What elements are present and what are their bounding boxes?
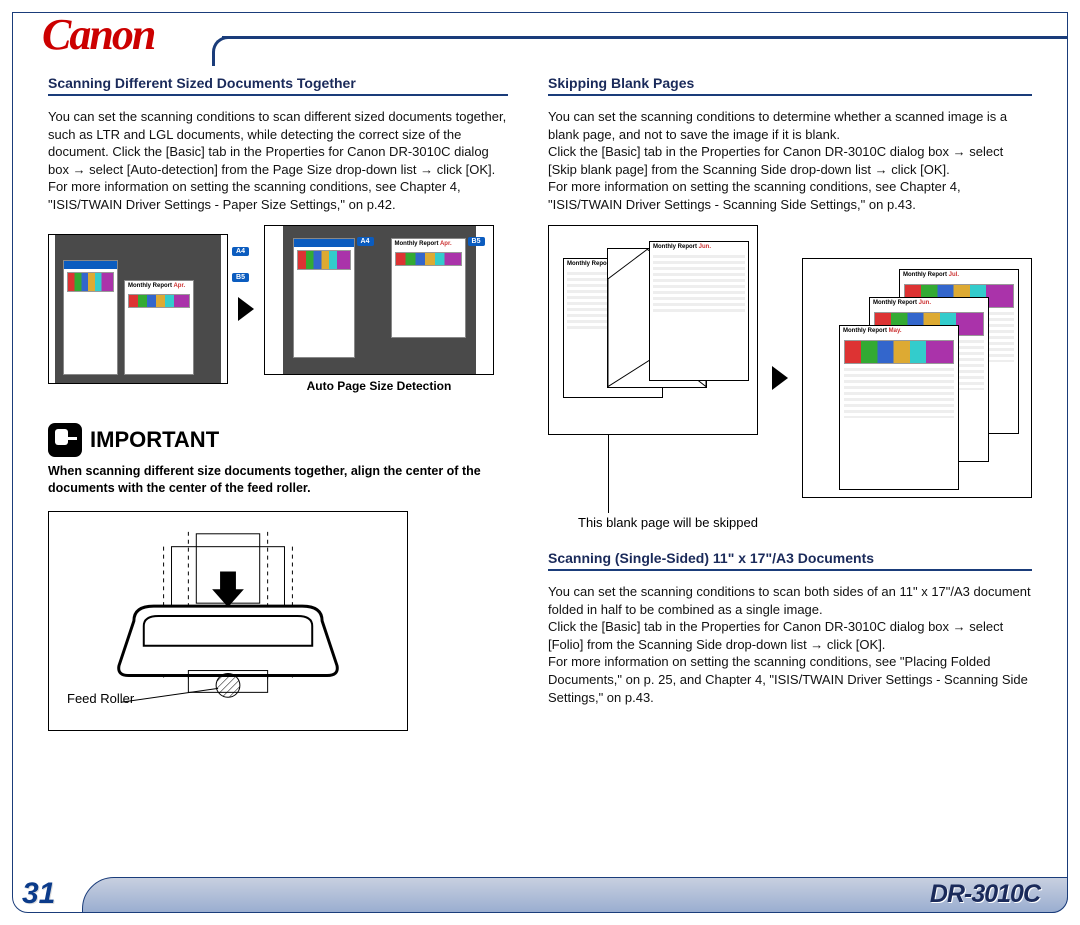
header-rule-cap bbox=[212, 36, 232, 66]
important-icon bbox=[48, 423, 82, 457]
illustration-auto-size: Monthly Report Apr. A4 B5 A4 bbox=[48, 225, 508, 393]
body-text-skip-blank: You can set the scanning conditions to d… bbox=[548, 108, 1032, 213]
badge-b5-2: B5 bbox=[468, 237, 485, 246]
body-text-a3: You can set the scanning conditions to s… bbox=[548, 583, 1032, 706]
skip-before-box: Monthly Report May. Monthly Report Jun. bbox=[548, 225, 758, 435]
arrow-right-icon bbox=[238, 297, 254, 321]
section-heading-skip-blank: Skipping Blank Pages bbox=[548, 75, 1032, 96]
mini-report-month: Apr. bbox=[173, 283, 185, 289]
skip-blank-caption: This blank page will be skipped bbox=[578, 515, 758, 530]
body-text-mixed-sizes: You can set the scanning conditions to s… bbox=[48, 108, 508, 213]
important-label: IMPORTANT bbox=[90, 427, 219, 453]
right-column: Skipping Blank Pages You can set the sca… bbox=[548, 75, 1032, 731]
footer: 31 DR-3010C bbox=[12, 873, 1068, 913]
important-callout: IMPORTANT bbox=[48, 423, 508, 457]
badge-b5: B5 bbox=[232, 273, 249, 282]
arrow-right-icon-2 bbox=[772, 366, 788, 390]
model-label: DR-3010C bbox=[930, 880, 1040, 909]
header: Canon bbox=[12, 12, 1068, 62]
feed-roller-diagram: Feed Roller bbox=[48, 511, 408, 731]
important-note: When scanning different size documents t… bbox=[48, 463, 508, 497]
caption-auto-size: Auto Page Size Detection bbox=[307, 379, 452, 393]
canon-logo: Canon bbox=[42, 9, 154, 60]
left-column: Scanning Different Sized Documents Toget… bbox=[48, 75, 508, 731]
callout-line bbox=[608, 435, 609, 513]
illustration-skip-blank: Monthly Report May. Monthly Report Jun. bbox=[548, 225, 1032, 530]
badge-a4: A4 bbox=[232, 247, 249, 256]
badge-a4-2: A4 bbox=[357, 237, 374, 246]
page-number: 31 bbox=[22, 877, 55, 911]
footer-bar bbox=[82, 877, 1068, 913]
section-heading-a3: Scanning (Single-Sided) 11" x 17"/A3 Doc… bbox=[548, 550, 1032, 571]
thumb-after: A4 Monthly Report Apr. B5 bbox=[264, 225, 494, 375]
skip-after-box: Monthly Report Jul. Monthly Report Jun. … bbox=[802, 258, 1032, 498]
thumb-before: Monthly Report Apr. A4 B5 bbox=[48, 234, 228, 384]
mini-report-title: Monthly Report bbox=[128, 283, 172, 289]
header-rule bbox=[222, 36, 1068, 39]
section-heading-mixed-sizes: Scanning Different Sized Documents Toget… bbox=[48, 75, 508, 96]
feed-roller-label: Feed Roller bbox=[67, 691, 134, 706]
